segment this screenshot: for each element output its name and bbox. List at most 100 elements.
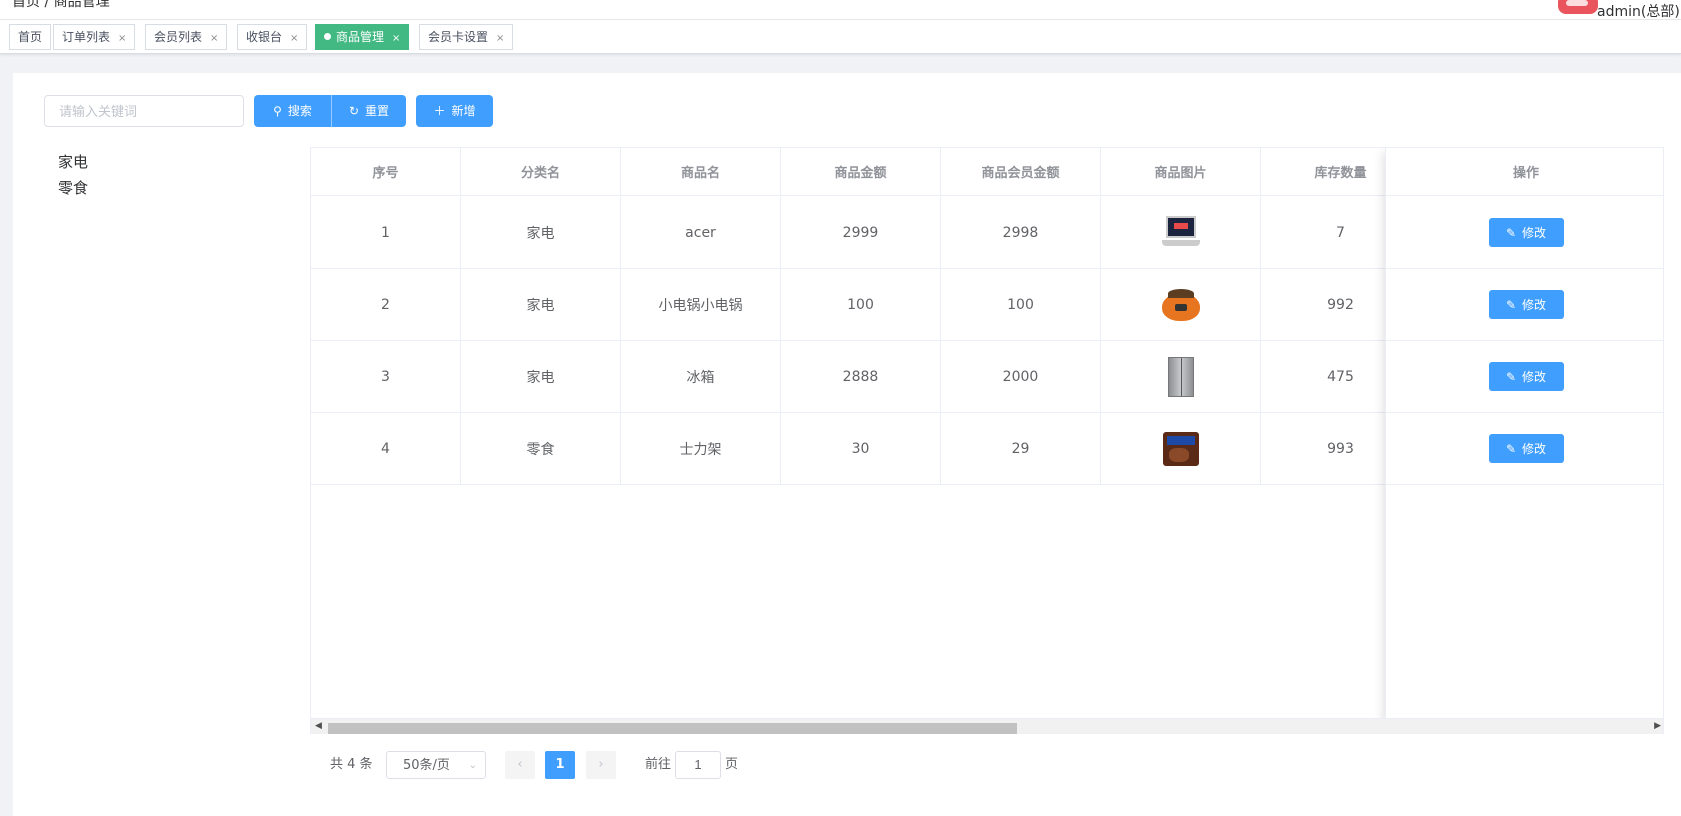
scroll-right-icon[interactable]: ▶ xyxy=(1654,721,1661,731)
close-icon[interactable]: × xyxy=(290,33,298,44)
column-header[interactable]: 分类名 xyxy=(461,148,621,195)
goto-label: 前往 xyxy=(645,757,672,772)
search-button-label: 搜索 xyxy=(287,104,312,118)
edit-button-label: 修改 xyxy=(1522,298,1547,312)
close-icon[interactable]: × xyxy=(210,33,218,44)
rice-cooker-image[interactable] xyxy=(1160,284,1202,326)
cell-name: 冰箱 xyxy=(621,341,781,412)
cell-member-price: 2998 xyxy=(941,197,1101,268)
refresh-icon: ↻ xyxy=(348,104,360,118)
cell-price: 2999 xyxy=(781,197,941,268)
add-button[interactable]: ＋ 新增 xyxy=(416,95,493,127)
edit-icon: ✎ xyxy=(1505,297,1517,312)
cell-price: 100 xyxy=(781,269,941,340)
tag-home[interactable]: 首页 xyxy=(9,24,52,50)
page-unit-label: 页 xyxy=(725,757,739,772)
plus-icon: ＋ xyxy=(433,104,446,118)
edit-button-label: 修改 xyxy=(1522,226,1547,240)
column-header[interactable]: 商品图片 xyxy=(1101,148,1261,195)
top-header: 首页 / 商品管理 admin(总部) xyxy=(0,0,1681,20)
tag-label: 首页 xyxy=(18,30,43,44)
cell-category: 家电 xyxy=(461,197,621,268)
goto-page-input[interactable] xyxy=(675,751,721,779)
category-list: 家电 零食 xyxy=(58,149,88,201)
product-table: 序号 分类名 商品名 商品金额 商品会员金额 商品图片 库存数量 1 家电 ac… xyxy=(310,147,1664,734)
tag-member-card-settings[interactable]: 会员卡设置 × xyxy=(419,24,514,50)
cell-image xyxy=(1101,341,1261,412)
tags-bar: 首页 订单列表 × 会员列表 × 收银台 × 商品管理 × 会员卡设置 × xyxy=(0,20,1681,54)
tag-product-management[interactable]: 商品管理 × xyxy=(315,24,410,50)
cell-name: 士力架 xyxy=(621,413,781,484)
edit-button[interactable]: ✎ 修改 xyxy=(1488,290,1564,319)
tag-label: 订单列表 xyxy=(62,30,111,44)
column-header[interactable]: 商品名 xyxy=(621,148,781,195)
tag-label: 会员列表 xyxy=(154,30,203,44)
chevron-down-icon: ⌄ xyxy=(468,760,477,771)
cell-member-price: 100 xyxy=(941,269,1101,340)
snickers-image[interactable] xyxy=(1160,428,1202,470)
cell-image xyxy=(1101,413,1261,484)
category-item-snacks[interactable]: 零食 xyxy=(58,175,88,201)
operation-cell: ✎ 修改 xyxy=(1386,413,1663,484)
user-name[interactable]: admin(总部) xyxy=(1597,1,1680,19)
close-icon[interactable]: × xyxy=(392,33,400,44)
search-input[interactable] xyxy=(44,95,244,127)
tag-label: 商品管理 xyxy=(336,30,385,44)
edit-icon: ✎ xyxy=(1505,225,1517,240)
scrollbar-thumb[interactable] xyxy=(328,723,1017,734)
tag-order-list[interactable]: 订单列表 × xyxy=(53,24,136,50)
reset-button[interactable]: ↻ 重置 xyxy=(331,95,406,127)
category-item-appliances[interactable]: 家电 xyxy=(58,149,88,175)
close-icon[interactable]: × xyxy=(118,33,126,44)
edit-button[interactable]: ✎ 修改 xyxy=(1488,362,1564,391)
avatar[interactable] xyxy=(1558,0,1598,14)
column-header[interactable]: 序号 xyxy=(311,148,461,195)
edit-button[interactable]: ✎ 修改 xyxy=(1488,218,1564,247)
reset-button-label: 重置 xyxy=(365,104,390,118)
operation-cell: ✎ 修改 xyxy=(1386,341,1663,412)
operation-row: ✎ 修改 xyxy=(1386,413,1663,485)
scroll-left-icon[interactable]: ◀ xyxy=(315,721,322,731)
active-dot-icon xyxy=(324,33,331,40)
column-header[interactable]: 商品金额 xyxy=(781,148,941,195)
operation-row: ✎ 修改 xyxy=(1386,197,1663,269)
operation-column: 操作 ✎ 修改 ✎ 修改 ✎ 修改 ✎ 修改 xyxy=(1385,148,1663,734)
cell-category: 家电 xyxy=(461,269,621,340)
cell-category: 家电 xyxy=(461,341,621,412)
page-size-select[interactable]: 50条/页 ⌄ xyxy=(386,751,486,779)
fridge-image[interactable] xyxy=(1160,356,1202,398)
cell-price: 30 xyxy=(781,413,941,484)
operation-row: ✎ 修改 xyxy=(1386,269,1663,341)
search-button[interactable]: ⚲ 搜索 xyxy=(254,95,331,127)
edit-icon: ✎ xyxy=(1505,441,1517,456)
laptop-image[interactable] xyxy=(1159,211,1202,254)
pagination-total: 共 4 条 xyxy=(330,757,373,772)
horizontal-scrollbar[interactable]: ◀ ▶ xyxy=(311,718,1663,734)
breadcrumb: 首页 / 商品管理 xyxy=(12,0,110,10)
column-header[interactable]: 商品会员金额 xyxy=(941,148,1101,195)
edit-button[interactable]: ✎ 修改 xyxy=(1488,434,1564,463)
column-header: 操作 xyxy=(1512,166,1539,181)
tag-cashier[interactable]: 收银台 × xyxy=(237,24,308,50)
tag-member-list[interactable]: 会员列表 × xyxy=(145,24,228,50)
next-page-button[interactable]: › xyxy=(586,751,616,779)
prev-page-button[interactable]: ‹ xyxy=(505,751,535,779)
edit-button-label: 修改 xyxy=(1522,442,1547,456)
edit-icon: ✎ xyxy=(1505,369,1517,384)
operation-row: ✎ 修改 xyxy=(1386,341,1663,413)
page-number-current[interactable]: 1 xyxy=(545,751,575,779)
chevron-left-icon: ‹ xyxy=(517,757,523,772)
cell-name: acer xyxy=(621,197,781,268)
cell-index: 1 xyxy=(311,197,461,268)
close-icon[interactable]: × xyxy=(496,33,504,44)
cell-category: 零食 xyxy=(461,413,621,484)
cell-index: 4 xyxy=(311,413,461,484)
cell-image xyxy=(1101,269,1261,340)
search-icon: ⚲ xyxy=(273,104,282,118)
chevron-right-icon: › xyxy=(598,757,604,772)
operation-cell: ✎ 修改 xyxy=(1386,197,1663,268)
operation-header: 操作 xyxy=(1386,148,1663,196)
add-button-label: 新增 xyxy=(451,104,476,118)
cell-index: 3 xyxy=(311,341,461,412)
cell-index: 2 xyxy=(311,269,461,340)
